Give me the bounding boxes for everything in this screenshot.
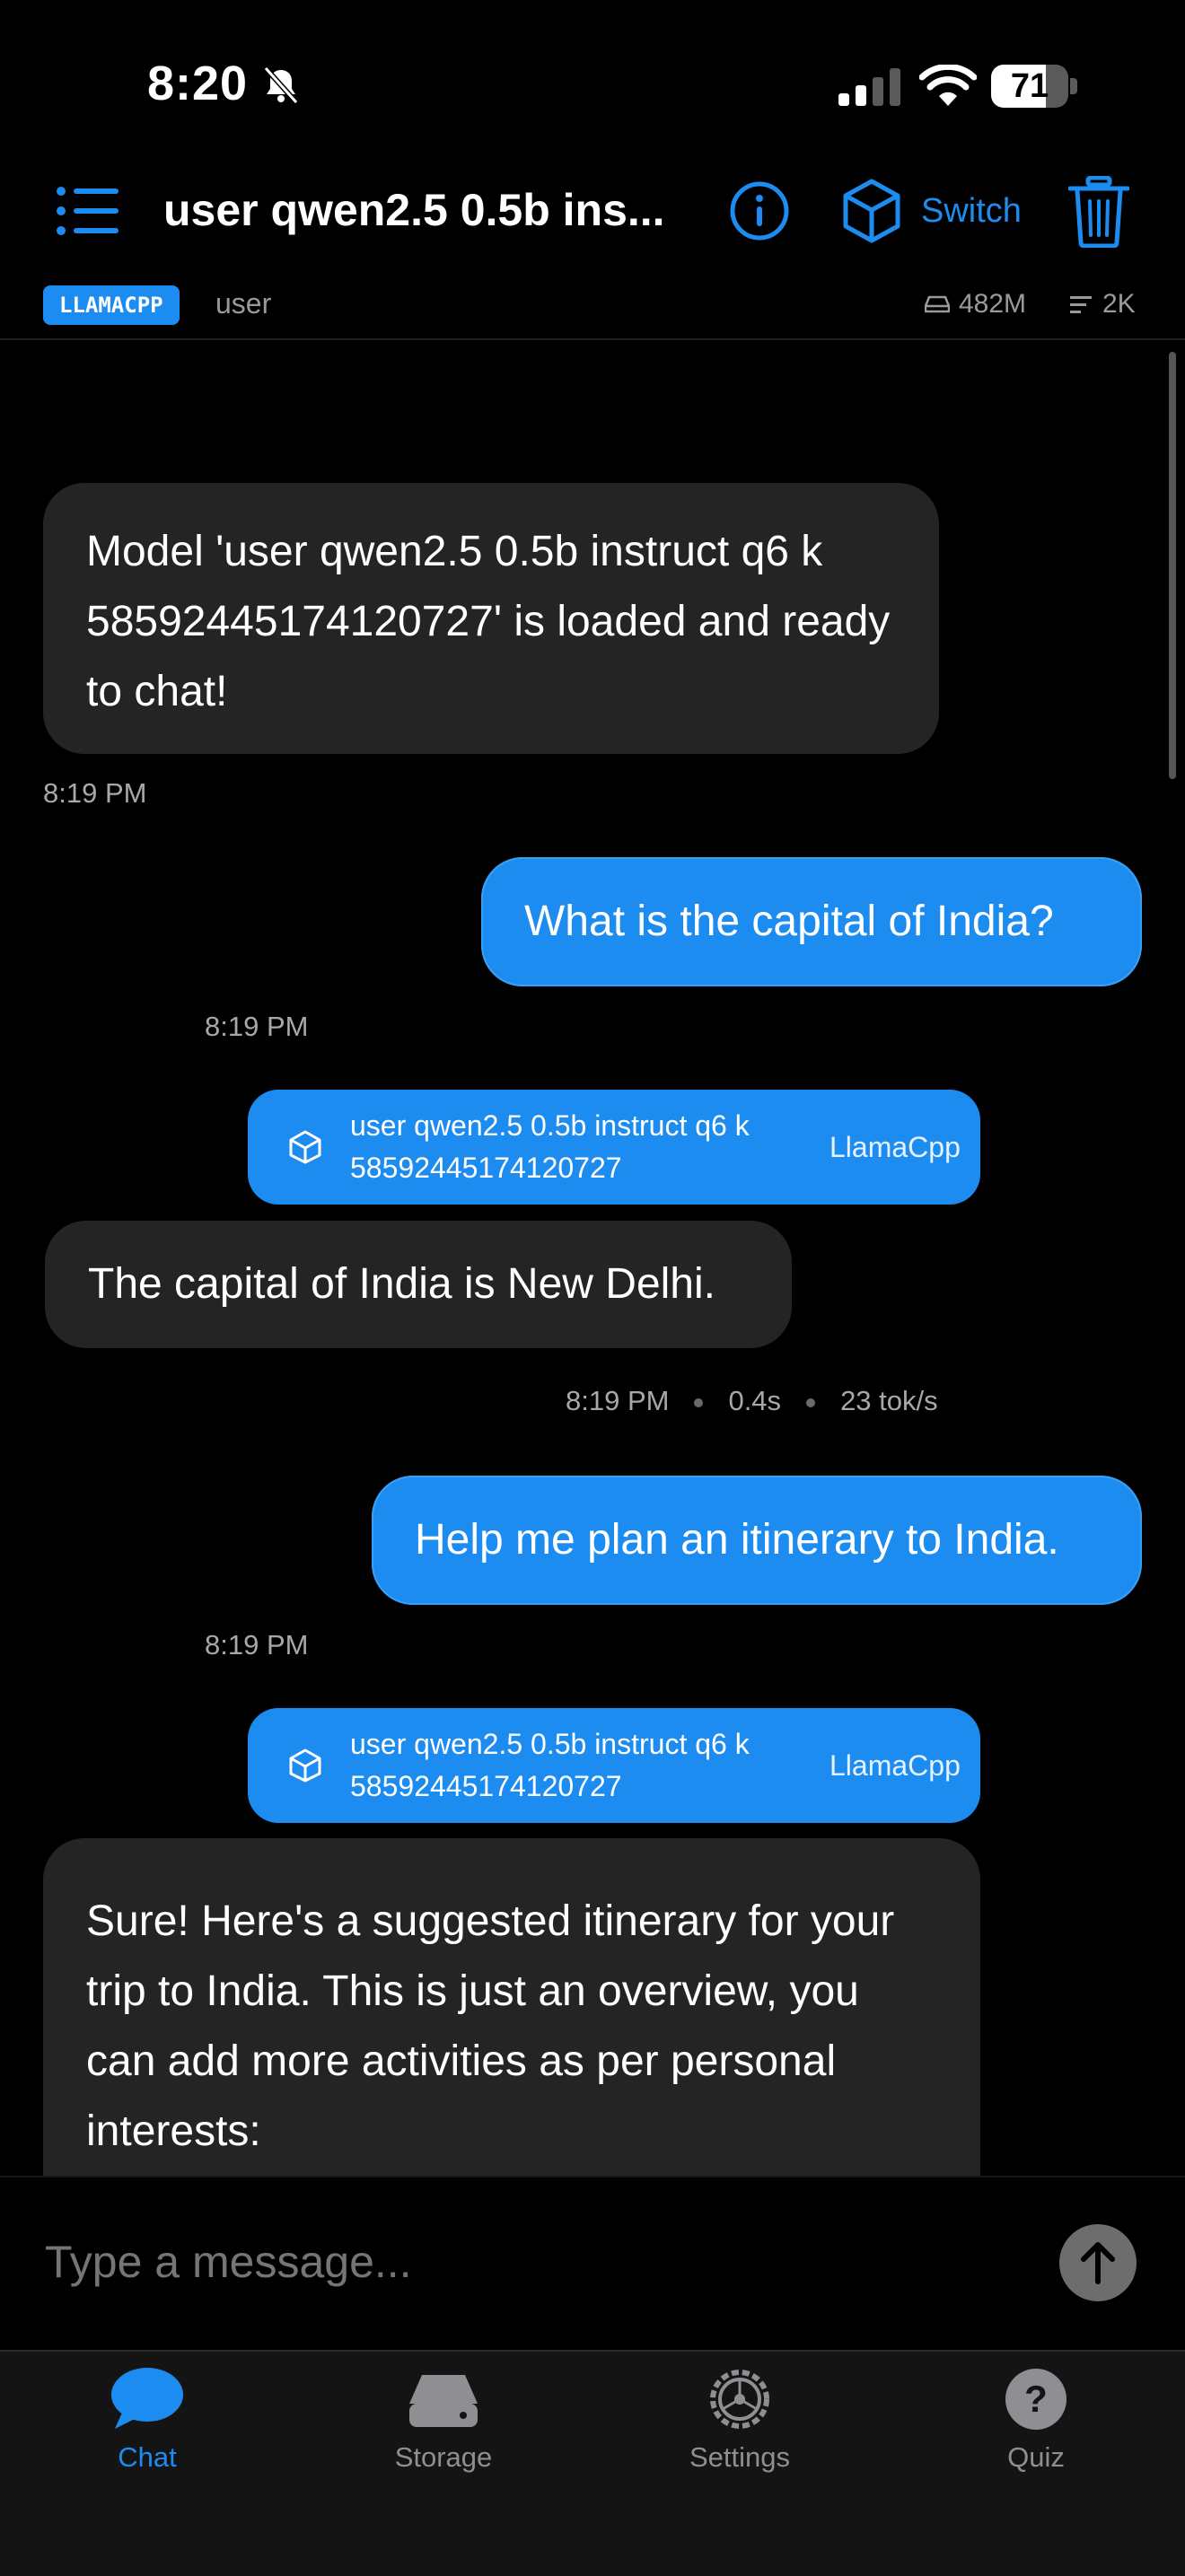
arrow-up-icon bbox=[1081, 2242, 1115, 2284]
assistant-message: The capital of India is New Delhi. bbox=[45, 1221, 792, 1348]
generation-time: 0.4s bbox=[728, 1385, 782, 1416]
tab-chat[interactable]: Chat bbox=[48, 2366, 246, 2474]
message-text: What is the capital of India? bbox=[524, 898, 1054, 945]
message-text: The capital of India is New Delhi. bbox=[88, 1260, 715, 1308]
cellular-signal-icon bbox=[838, 68, 900, 106]
tab-label: Settings bbox=[689, 2441, 790, 2473]
model-tag-name: user qwen2.5 0.5b instruct q6 k 58592445… bbox=[350, 1728, 750, 1802]
switch-label: Switch bbox=[921, 191, 1022, 230]
user-message: Help me plan an itinerary to India. bbox=[372, 1476, 1142, 1605]
question-icon: ? bbox=[1005, 2369, 1066, 2430]
tab-quiz[interactable]: ? Quiz bbox=[937, 2366, 1135, 2474]
tab-label: Quiz bbox=[1007, 2441, 1065, 2473]
context-length-value: 2K bbox=[1102, 289, 1136, 319]
battery-icon: 71 bbox=[991, 65, 1077, 108]
message-timestamp: 8:19 PM bbox=[566, 1385, 670, 1416]
assistant-message: Model 'user qwen2.5 0.5b instruct q6 k 5… bbox=[43, 483, 939, 754]
message-text: Model 'user qwen2.5 0.5b instruct q6 k 5… bbox=[86, 528, 891, 715]
sub-header-user: user bbox=[215, 287, 272, 320]
trash-icon[interactable] bbox=[1068, 176, 1129, 248]
text-lines-icon bbox=[1070, 296, 1092, 313]
model-tag[interactable]: user qwen2.5 0.5b instruct q6 k 58592445… bbox=[248, 1090, 980, 1205]
chat-title: user qwen2.5 0.5b ins... bbox=[163, 185, 665, 235]
message-timestamp: 8:19 PM bbox=[205, 1629, 309, 1660]
cube-icon bbox=[843, 179, 900, 243]
cube-icon bbox=[289, 1748, 321, 1783]
cube-icon bbox=[289, 1130, 321, 1164]
tab-label: Chat bbox=[118, 2441, 177, 2473]
svg-text:?: ? bbox=[1024, 2378, 1048, 2420]
message-text: Sure! Here's a suggested itinerary for y… bbox=[86, 1897, 895, 2155]
engine-badge: LLAMACPP bbox=[43, 285, 180, 325]
model-size-value: 482M bbox=[959, 289, 1027, 319]
model-tag-name: user qwen2.5 0.5b instruct q6 k 58592445… bbox=[350, 1109, 750, 1184]
tab-label: Storage bbox=[394, 2441, 493, 2473]
switch-model-button[interactable]: Switch bbox=[842, 176, 1022, 246]
model-tag-engine: LlamaCpp bbox=[830, 1130, 961, 1163]
tab-storage[interactable]: Storage bbox=[345, 2366, 542, 2474]
battery-level: 71 bbox=[1010, 67, 1049, 105]
send-button[interactable] bbox=[1059, 2224, 1137, 2301]
menu-list-icon[interactable] bbox=[56, 184, 120, 238]
user-message: What is the capital of India? bbox=[481, 857, 1142, 986]
header-divider bbox=[0, 338, 1185, 340]
message-stats: 8:19 PM 0.4s 23 tok/s bbox=[566, 1385, 938, 1417]
scrollbar[interactable] bbox=[1169, 352, 1176, 779]
bell-muted-icon bbox=[263, 66, 299, 105]
tab-settings[interactable]: Settings bbox=[641, 2366, 838, 2474]
status-time: 8:20 bbox=[147, 57, 249, 110]
drive-icon bbox=[925, 295, 950, 313]
info-icon[interactable] bbox=[729, 180, 790, 241]
model-tag[interactable]: user qwen2.5 0.5b instruct q6 k 58592445… bbox=[248, 1708, 980, 1823]
message-timestamp: 8:19 PM bbox=[43, 777, 147, 809]
chat-bubble-icon bbox=[111, 2368, 183, 2429]
message-input[interactable] bbox=[43, 2235, 1016, 2289]
gear-icon bbox=[710, 2370, 769, 2429]
storage-drive-icon bbox=[409, 2375, 478, 2427]
model-tag-engine: LlamaCpp bbox=[830, 1748, 961, 1782]
model-size: 482M bbox=[925, 289, 1026, 320]
message-text: Help me plan an itinerary to India. bbox=[415, 1516, 1059, 1564]
context-length: 2K bbox=[1070, 289, 1136, 320]
wifi-icon bbox=[919, 65, 977, 106]
message-timestamp: 8:19 PM bbox=[205, 1011, 309, 1042]
tokens-per-second: 23 tok/s bbox=[840, 1385, 938, 1416]
